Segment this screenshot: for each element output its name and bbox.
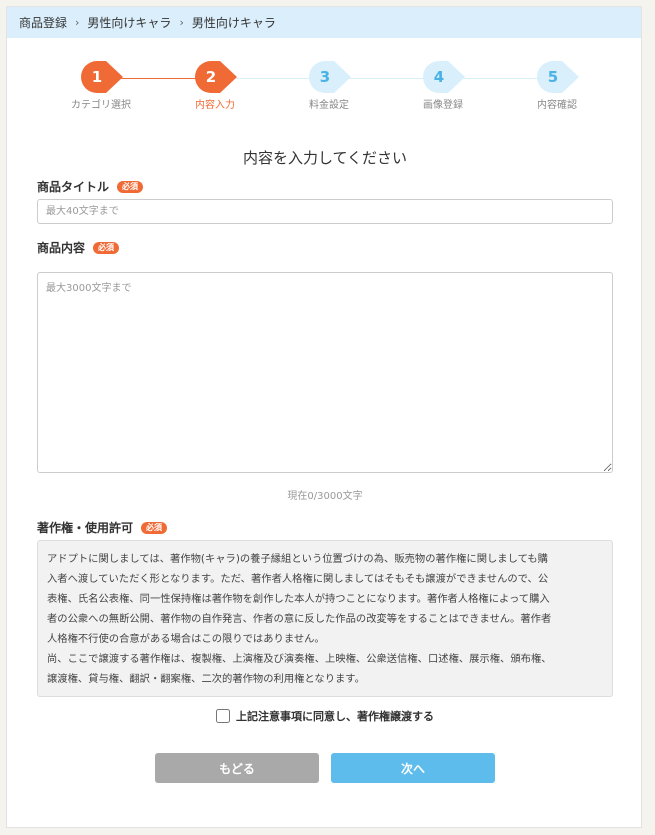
content-textarea[interactable] bbox=[37, 272, 613, 473]
title-input[interactable] bbox=[37, 199, 613, 224]
step-number: 5 bbox=[547, 68, 559, 86]
page-container: 商品登録 › 男性向けキャラ › 男性向けキャラ 1 カテゴリ選択 2 内容入力… bbox=[6, 6, 642, 828]
breadcrumb-item-current: 男性向けキャラ bbox=[191, 16, 276, 30]
required-badge: 必須 bbox=[117, 180, 144, 193]
terms-line: 入者へ渡していただく形となります。ただ、著作者人格権に関しましてはそもそも譲渡が… bbox=[47, 573, 549, 585]
chevron-right-icon: › bbox=[179, 16, 184, 29]
terms-line: 譲渡権、貸与権、翻訳・翻案権、二次的著作物の利用権となります。 bbox=[47, 673, 365, 685]
content-field-label: 商品内容 必須 bbox=[37, 239, 120, 256]
step-marker: 3 bbox=[306, 60, 352, 94]
step-marker: 5 bbox=[534, 60, 580, 94]
terms-line: 表権、氏名公表権、同一性保持権は著作物を創作した本人が持つことになります。著作者… bbox=[47, 593, 550, 605]
breadcrumb: 商品登録 › 男性向けキャラ › 男性向けキャラ bbox=[7, 7, 641, 38]
step-number: 2 bbox=[205, 68, 217, 86]
back-button[interactable]: もどる bbox=[155, 753, 319, 783]
title-field-label: 商品タイトル 必須 bbox=[37, 178, 144, 195]
terms-line: 尚、ここで譲渡する著作権は、複製権、上演権及び演奏権、上映権、公衆送信権、口述権… bbox=[47, 653, 552, 665]
breadcrumb-item-product-registration[interactable]: 商品登録 bbox=[19, 14, 67, 31]
agreement-checkbox[interactable] bbox=[216, 709, 230, 723]
title-label-text: 商品タイトル bbox=[37, 180, 110, 194]
step-marker: 2 bbox=[192, 60, 238, 94]
step-marker: 1 bbox=[78, 60, 124, 94]
copyright-label-text: 著作権・使用許可 bbox=[37, 521, 134, 535]
agreement-row[interactable]: 上記注意事項に同意し、著作権譲渡する bbox=[7, 708, 643, 724]
copyright-terms-box: アドプトに関しましては、著作物(キャラ)の養子縁組という位置づけの為、販売物の著… bbox=[37, 540, 613, 697]
agreement-label: 上記注意事項に同意し、著作権譲渡する bbox=[236, 710, 434, 723]
character-counter: 現在0/3000文字 bbox=[287, 491, 363, 502]
step-progress: 1 カテゴリ選択 2 内容入力 3 料金設定 4 画像登録 5 内容確認 bbox=[7, 38, 641, 128]
required-badge: 必須 bbox=[141, 521, 168, 534]
required-badge: 必須 bbox=[93, 241, 120, 254]
page-title: 内容を入力してください bbox=[242, 149, 408, 167]
content-label-text: 商品内容 bbox=[37, 241, 86, 255]
next-button[interactable]: 次へ bbox=[331, 753, 495, 783]
step-5: 5 内容確認 bbox=[487, 60, 627, 111]
step-number: 1 bbox=[91, 68, 103, 86]
chevron-right-icon: › bbox=[75, 16, 80, 29]
terms-line: アドプトに関しましては、著作物(キャラ)の養子縁組という位置づけの為、販売物の著… bbox=[47, 553, 548, 565]
step-number: 3 bbox=[319, 68, 331, 86]
step-number: 4 bbox=[433, 68, 445, 86]
terms-line: 者の公衆への無断公開、著作物の自作発言、作者の意に反した作品の改変等をすることは… bbox=[47, 613, 552, 625]
step-label: 内容確認 bbox=[537, 100, 577, 111]
terms-line: 人格権不行使の合意がある場合はこの限りではありません。 bbox=[47, 633, 325, 645]
copyright-field-label: 著作権・使用許可 必須 bbox=[37, 519, 168, 536]
step-marker: 4 bbox=[420, 60, 466, 94]
breadcrumb-item-category[interactable]: 男性向けキャラ bbox=[87, 14, 171, 31]
